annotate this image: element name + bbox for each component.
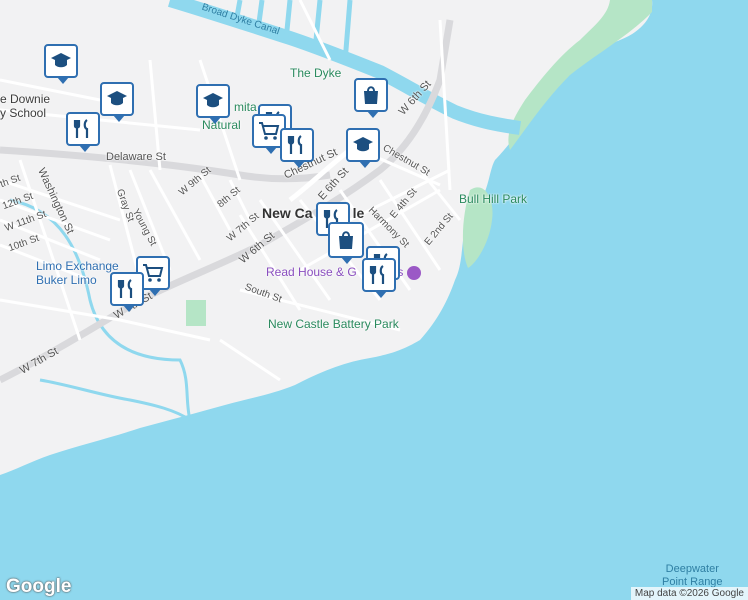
restaurant-pin[interactable] — [110, 272, 144, 312]
museum-icon — [407, 265, 422, 280]
restaurant-pin[interactable] — [66, 112, 100, 152]
restaurant-pin[interactable] — [280, 128, 314, 168]
school-icon — [107, 91, 127, 106]
map-attribution[interactable]: Map data ©2026 Google — [630, 587, 748, 600]
battery-park-label: New Castle Battery Park — [268, 317, 399, 331]
restaurant-icon — [117, 279, 133, 298]
map-canvas[interactable]: Broad Dyke Canal The Dyke e Downie y Sch… — [0, 0, 748, 600]
restaurant-icon — [73, 119, 89, 138]
shopping-cart-icon — [143, 264, 164, 282]
limo-label: Limo Exchange Buker Limo — [36, 259, 119, 287]
delaware-st-label: Delaware St — [106, 151, 166, 163]
school-label: e Downie y School — [0, 92, 51, 120]
shopping-bag-icon — [364, 86, 378, 104]
shopping-bag-icon — [339, 231, 353, 249]
shopping-bag-pin[interactable] — [354, 78, 388, 118]
school-pin[interactable] — [196, 84, 230, 124]
school-icon — [353, 137, 373, 152]
restaurant-icon — [369, 265, 385, 284]
shopping-cart-icon — [259, 122, 280, 140]
deepwater-label: Deepwater Point Range — [662, 563, 723, 588]
google-logo: Google — [6, 576, 72, 597]
restaurant-pin[interactable] — [362, 258, 396, 298]
school-pin[interactable] — [100, 82, 134, 122]
school-icon — [203, 93, 223, 108]
school-pin[interactable] — [346, 128, 380, 168]
school-pin[interactable] — [44, 44, 78, 84]
restaurant-icon — [287, 135, 303, 154]
bull-hill-park-label: Bull Hill Park — [459, 192, 528, 206]
school-icon — [51, 53, 71, 68]
shopping-bag-pin[interactable] — [328, 222, 364, 264]
dyke-label: The Dyke — [290, 66, 342, 80]
park-square — [186, 300, 206, 326]
mita-label: mita — [234, 100, 257, 114]
natural-label: Natural — [202, 118, 241, 132]
